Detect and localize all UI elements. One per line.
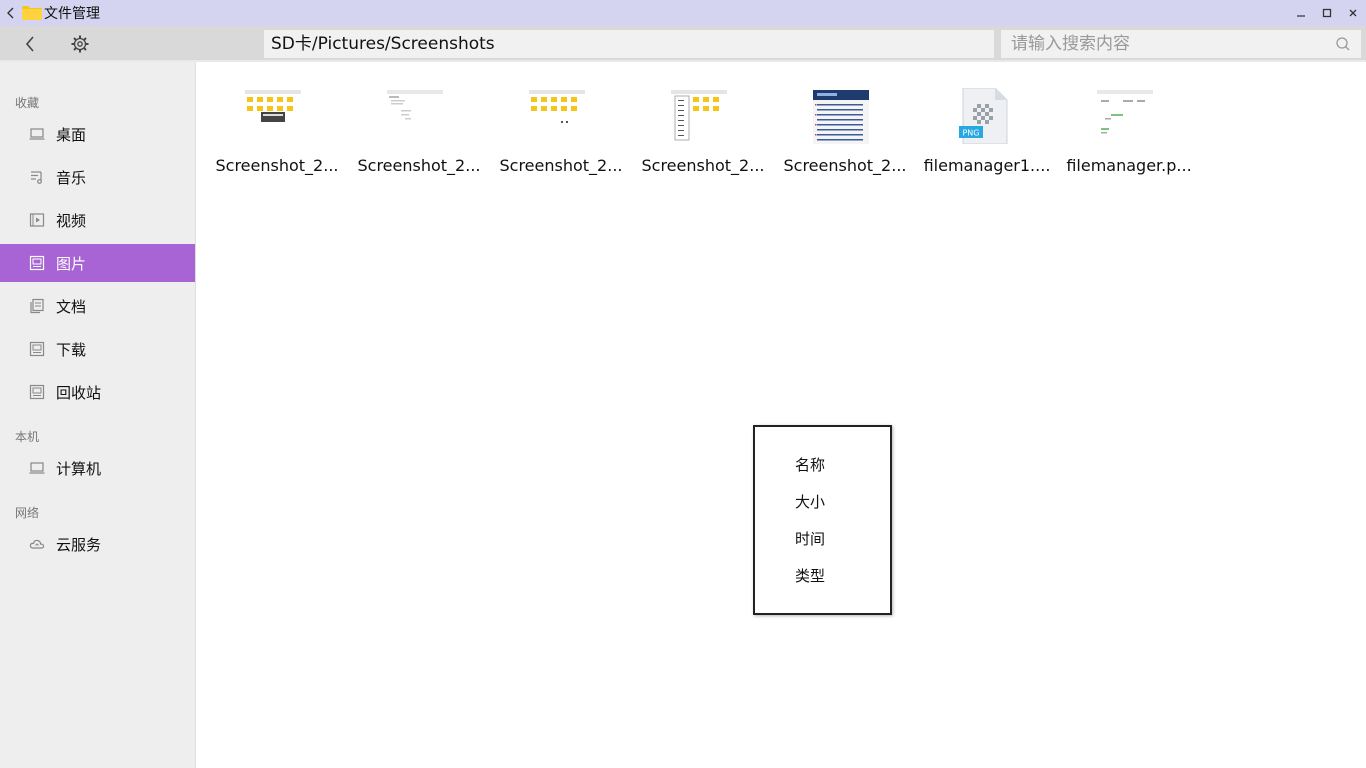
file-name: Screenshot_2... [215, 156, 339, 175]
sort-by-time[interactable]: 时间 [795, 528, 825, 549]
file-grid: Screenshot_2... Screenshot_2... Screensh… [196, 62, 1366, 768]
sidebar-item-label: 桌面 [56, 126, 87, 144]
file-name: Screenshot_2... [783, 156, 907, 175]
window-title: 文件管理 [44, 6, 100, 22]
png-file-icon: PNG [959, 88, 1008, 144]
computer-icon [29, 462, 45, 474]
chevron-left-icon [7, 7, 14, 19]
trash-icon [29, 384, 45, 400]
settings-button[interactable] [66, 31, 94, 57]
sidebar-item-label: 云服务 [56, 536, 102, 554]
file-item[interactable]: Screenshot_2... [638, 86, 768, 181]
sidebar-item-label: 下载 [56, 341, 87, 359]
sort-by-name[interactable]: 名称 [795, 454, 825, 475]
screenshot-thumbnail [813, 90, 869, 144]
screenshot-thumbnail [1097, 90, 1153, 134]
file-item[interactable]: Screenshot_2... [354, 86, 484, 181]
file-item[interactable]: Screenshot_2... [496, 86, 626, 181]
cloud-icon [29, 539, 45, 549]
sidebar-item-label: 图片 [56, 255, 87, 273]
section-label-network: 网络 [15, 506, 40, 520]
screenshot-thumbnail [671, 90, 727, 141]
sort-menu: 名称 大小 时间 类型 [753, 425, 892, 615]
back-button[interactable] [16, 31, 44, 57]
document-icon [30, 298, 44, 314]
screenshot-thumbnail [245, 90, 301, 122]
sidebar-item-label: 视频 [56, 212, 87, 230]
section-label-favorites: 收藏 [15, 96, 40, 110]
sidebar-item-desktop[interactable]: 桌面 [0, 115, 195, 153]
sidebar-item-label: 计算机 [56, 460, 102, 478]
file-name: Screenshot_2... [357, 156, 481, 175]
sort-by-type[interactable]: 类型 [795, 565, 825, 586]
sidebar-item-label: 文档 [56, 298, 87, 316]
title-back-button[interactable] [0, 0, 22, 26]
screenshot-thumbnail [529, 90, 585, 123]
search-box[interactable] [1001, 30, 1361, 58]
desktop-icon [29, 128, 45, 140]
search-input[interactable] [1001, 30, 1321, 58]
picture-icon [29, 255, 45, 271]
sort-by-size[interactable]: 大小 [795, 491, 825, 512]
sidebar-item-documents[interactable]: 文档 [0, 287, 195, 325]
png-badge-label: PNG [962, 129, 979, 138]
sidebar-item-label: 音乐 [56, 169, 87, 187]
file-item[interactable]: Screenshot_2... [780, 86, 910, 181]
file-item[interactable]: PNG filemanager1.... [922, 86, 1052, 181]
download-icon [29, 341, 45, 357]
file-item[interactable]: Screenshot_2... [212, 86, 342, 181]
file-name: filemanager.p... [1066, 156, 1192, 175]
search-icon[interactable] [1335, 36, 1351, 52]
maximize-icon [1322, 8, 1332, 18]
title-bar: 文件管理 [0, 0, 1366, 26]
toolbar: SD卡/Pictures/Screenshots [0, 26, 1366, 62]
section-label-local: 本机 [15, 430, 40, 444]
chevron-left-icon [25, 36, 34, 52]
maximize-button[interactable] [1314, 0, 1340, 26]
gear-icon [71, 35, 89, 53]
sidebar-item-downloads[interactable]: 下载 [0, 330, 195, 368]
sidebar-item-computer[interactable]: 计算机 [0, 449, 195, 487]
sidebar: 收藏 桌面 音乐 视频 图片 文档 下载 回收站 本机 计算机 网络 云服务 [0, 62, 196, 768]
file-name: filemanager1.... [923, 156, 1051, 175]
path-field[interactable]: SD卡/Pictures/Screenshots [264, 30, 994, 58]
minimize-icon [1297, 15, 1305, 17]
folder-icon [22, 6, 42, 20]
file-name: Screenshot_2... [499, 156, 623, 175]
sidebar-item-pictures[interactable]: 图片 [0, 244, 195, 282]
sidebar-item-cloud[interactable]: 云服务 [0, 525, 195, 563]
screenshot-thumbnail [387, 90, 443, 120]
minimize-button[interactable] [1288, 0, 1314, 26]
sidebar-item-trash[interactable]: 回收站 [0, 373, 195, 411]
video-icon [29, 213, 45, 227]
sidebar-item-label: 回收站 [56, 384, 102, 402]
close-icon [1349, 9, 1357, 17]
file-item[interactable]: filemanager.p... [1064, 86, 1194, 181]
music-icon [31, 171, 42, 184]
sidebar-item-video[interactable]: 视频 [0, 201, 195, 239]
file-name: Screenshot_2... [641, 156, 765, 175]
close-button[interactable] [1340, 0, 1366, 26]
sidebar-item-music[interactable]: 音乐 [0, 158, 195, 196]
